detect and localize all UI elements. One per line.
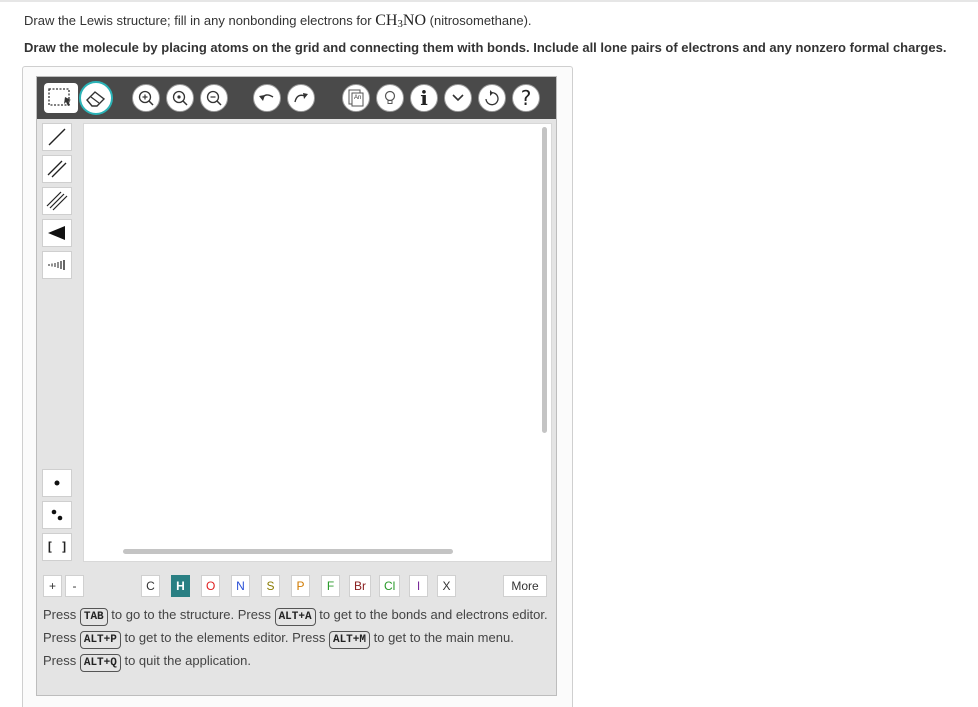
element-p-button[interactable]: P <box>291 575 310 597</box>
double-bond-button[interactable] <box>42 155 72 183</box>
triple-bond-icon <box>46 191 68 211</box>
alt-a-key-hint: ALT+A <box>274 608 316 626</box>
info-button[interactable]: i <box>410 84 438 112</box>
horizontal-scrollbar[interactable] <box>123 549 453 554</box>
redo-icon <box>294 93 308 103</box>
element-br-button[interactable]: Br <box>349 575 371 597</box>
redo-button[interactable] <box>287 84 315 112</box>
lone-pair-icon <box>51 509 63 521</box>
hash-bond-icon <box>48 260 65 270</box>
alt-m-key-hint: ALT+M <box>328 631 370 649</box>
more-elements-button[interactable]: More <box>503 575 547 597</box>
zoom-fit-button[interactable] <box>166 84 194 112</box>
double-bond-icon <box>47 160 67 178</box>
zoom-in-icon <box>138 90 154 106</box>
hint-button[interactable] <box>376 84 404 112</box>
molecule-name: (nitrosomethane). <box>426 13 532 28</box>
element-h-button[interactable]: H <box>171 575 190 597</box>
select-icon <box>48 88 71 106</box>
element-x-button[interactable]: X <box>437 575 456 597</box>
vertical-scrollbar[interactable] <box>542 127 547 433</box>
question-prompt: Draw the Lewis structure; fill in any no… <box>24 12 532 30</box>
alt-p-key-hint: ALT+P <box>79 631 121 649</box>
question-instructions: Draw the molecule by placing atoms on th… <box>24 40 947 55</box>
eraser-icon <box>86 91 106 107</box>
hash-bond-button[interactable] <box>42 251 72 279</box>
single-bond-button[interactable] <box>42 123 72 151</box>
drawing-canvas[interactable] <box>83 123 552 562</box>
more-options-button[interactable] <box>444 84 472 112</box>
lone-pair-button[interactable] <box>42 501 72 529</box>
select-tool-button[interactable] <box>44 83 78 113</box>
element-c-button[interactable]: C <box>141 575 160 597</box>
single-bond-icon <box>48 128 66 146</box>
prompt-text: Draw the Lewis structure; fill in any no… <box>24 13 376 28</box>
zoom-fit-icon <box>172 90 188 106</box>
wedge-bond-icon <box>48 226 65 240</box>
editor-toolbar: An i ? <box>37 77 556 119</box>
zoom-out-button[interactable] <box>200 84 228 112</box>
lone-electron-icon <box>54 480 60 486</box>
keyboard-help-text: Press TAB to go to the structure. Press … <box>43 603 549 672</box>
wedge-bond-button[interactable] <box>42 219 72 247</box>
element-row: + - C H O N S P F Br Cl I X More <box>37 573 556 601</box>
template-button[interactable]: An <box>342 84 370 112</box>
top-divider <box>0 0 978 2</box>
clean-button[interactable] <box>478 84 506 112</box>
zoom-out-icon <box>206 90 222 106</box>
triple-bond-button[interactable] <box>42 187 72 215</box>
element-s-button[interactable]: S <box>261 575 280 597</box>
element-o-button[interactable]: O <box>201 575 221 597</box>
molecular-formula: CH3NO <box>375 12 427 30</box>
element-n-button[interactable]: N <box>231 575 250 597</box>
element-i-button[interactable]: I <box>409 575 428 597</box>
charge-plus-button[interactable]: + <box>43 575 62 597</box>
template-label: An <box>354 95 362 101</box>
zoom-in-button[interactable] <box>132 84 160 112</box>
eraser-button[interactable] <box>79 81 113 115</box>
info-icon: i <box>420 86 428 110</box>
help-button[interactable]: ? <box>512 84 540 112</box>
chevron-down-icon <box>452 94 464 102</box>
undo-icon <box>259 94 274 101</box>
clean-icon <box>485 90 499 106</box>
element-f-button[interactable]: F <box>321 575 340 597</box>
bracket-button[interactable]: [ ] <box>42 533 72 561</box>
bond-sidebar: [ ] <box>37 119 77 565</box>
element-cl-button[interactable]: Cl <box>379 575 401 597</box>
undo-button[interactable] <box>253 84 281 112</box>
help-icon: ? <box>520 86 532 110</box>
hint-icon <box>384 90 396 104</box>
charge-minus-button[interactable]: - <box>65 575 84 597</box>
alt-q-key-hint: ALT+Q <box>79 654 121 672</box>
lone-electron-button[interactable] <box>42 469 72 497</box>
structure-editor: An i ? [] + - C H O N S P F Br Cl I X M… <box>36 76 557 696</box>
tab-key-hint: TAB <box>79 608 108 626</box>
